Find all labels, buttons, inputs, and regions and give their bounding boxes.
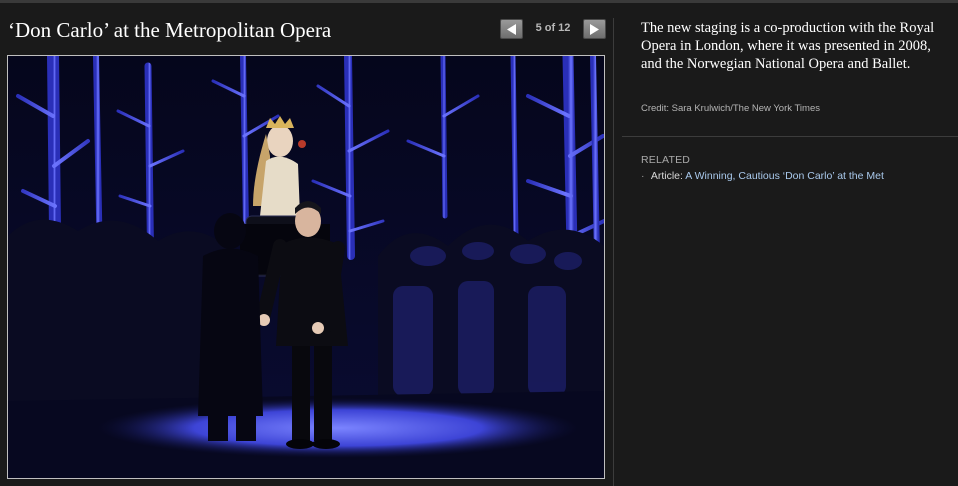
slideshow-pager: 5 of 12 (500, 19, 606, 40)
bullet: · (641, 170, 645, 182)
next-slide-button[interactable] (583, 19, 606, 39)
slideshow-photo[interactable] (7, 55, 605, 479)
photo-credit: Credit: Sara Krulwich/The New York Times (641, 103, 820, 114)
photo-caption: The new staging is a co-production with … (641, 20, 935, 72)
stage-light-pool (98, 398, 578, 458)
slide-counter: 5 of 12 (535, 22, 571, 34)
slideshow-title: ‘Don Carlo’ at the Metropolitan Opera (8, 18, 332, 42)
related-heading: RELATED (641, 154, 691, 166)
horizontal-divider (622, 136, 958, 137)
triangle-right-icon (590, 24, 599, 35)
related-item: · Article: A Winning, Cautious ‘Don Carl… (641, 170, 884, 182)
opera-stage-photo (8, 56, 604, 478)
related-article-link[interactable]: A Winning, Cautious ‘Don Carlo’ at the M… (685, 170, 884, 182)
previous-slide-button[interactable] (500, 19, 523, 39)
triangle-left-icon (507, 24, 516, 35)
vertical-divider (613, 18, 614, 486)
related-item-prefix: Article: (650, 170, 683, 182)
top-rule (0, 0, 958, 3)
